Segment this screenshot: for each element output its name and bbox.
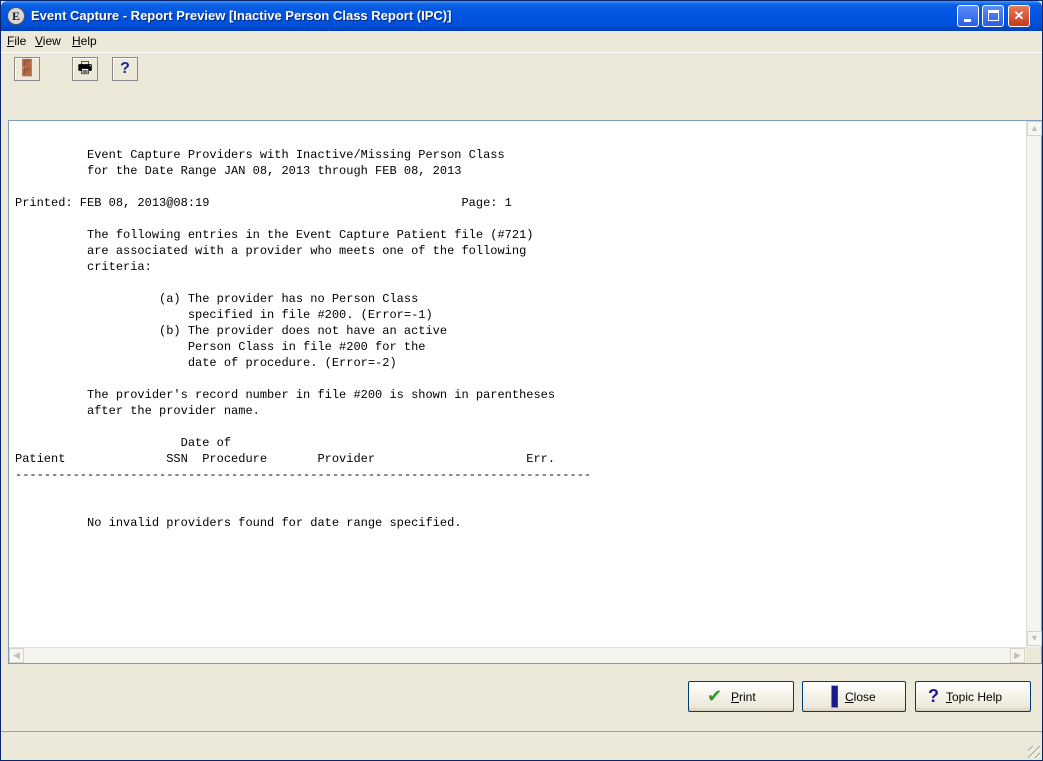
report-line: Patient SSN Procedure Provider Err. — [15, 452, 556, 466]
app-icon[interactable]: E — [7, 7, 25, 25]
report-line: for the Date Range JAN 08, 2013 through … — [15, 164, 462, 178]
close-icon: ✕ — [1013, 8, 1025, 23]
print-accel: P — [731, 690, 740, 704]
report-line — [15, 499, 1011, 515]
title-bar[interactable]: E Event Capture - Report Preview [Inacti… — [1, 1, 1042, 31]
minimize-icon — [964, 19, 971, 22]
exit-toolbar-button[interactable]: 🚪 — [14, 57, 40, 81]
menu-view[interactable]: View — [35, 34, 61, 48]
close-button-label: Close — [845, 690, 876, 704]
button-bar: ✔ Print ▐ Close ? Topic Help — [1, 666, 1042, 726]
vertical-scrollbar[interactable]: ▲ ▼ — [1026, 121, 1042, 647]
report-line: after the provider name. — [15, 404, 260, 418]
report-line: (b) The provider does not have an active — [15, 324, 448, 338]
report-line — [15, 483, 1011, 499]
scroll-up-arrow-icon[interactable]: ▲ — [1027, 121, 1042, 136]
report-line: date of procedure. (Error=-2) — [15, 356, 397, 370]
close-accel: C — [845, 690, 854, 704]
report-preview-area[interactable]: Event Capture Providers with Inactive/Mi… — [8, 120, 1042, 664]
report-line: (a) The provider has no Person Class — [15, 292, 419, 306]
resize-grip-icon[interactable] — [1028, 746, 1040, 758]
report-line: The provider's record number in file #20… — [15, 388, 556, 402]
menu-bar: File View Help — [1, 31, 1042, 51]
report-line — [15, 179, 1011, 195]
close-button[interactable]: ▐ Close — [802, 681, 906, 712]
exit-door-icon: 🚪 — [17, 60, 37, 77]
report-line: Date of — [15, 436, 232, 450]
report-line: Printed: FEB 08, 2013@08:19 Page: 1 — [15, 196, 512, 210]
report-line: specified in file #200. (Error=-1) — [15, 308, 433, 322]
report-line: are associated with a provider who meets… — [15, 244, 527, 258]
print-button[interactable]: ✔ Print — [688, 681, 794, 712]
scrollbar-corner — [1026, 647, 1041, 663]
menu-view-accel: V — [35, 34, 43, 48]
report-line: Event Capture Providers with Inactive/Mi… — [15, 148, 505, 162]
print-toolbar-button[interactable]: 🖶 — [72, 57, 98, 81]
report-line: No invalid providers found for date rang… — [15, 516, 462, 530]
scroll-left-arrow-icon[interactable]: ◀ — [9, 648, 24, 663]
checkmark-icon: ✔ — [707, 686, 723, 706]
help-toolbar-button[interactable]: ? — [112, 57, 138, 81]
report-text: Event Capture Providers with Inactive/Mi… — [15, 147, 1011, 647]
topic-help-button-label: Topic Help — [946, 690, 1002, 704]
menu-help-label: elp — [80, 34, 97, 48]
print-button-label: Print — [731, 690, 756, 704]
topic-help-button[interactable]: ? Topic Help — [915, 681, 1031, 712]
help-question-icon: ? — [928, 686, 939, 706]
status-bar — [1, 731, 1042, 760]
topic-help-label-rest: opic Help — [952, 690, 1003, 704]
door-exit-icon: ▐ — [825, 686, 838, 706]
menu-help[interactable]: Help — [72, 34, 97, 48]
close-window-button[interactable]: ✕ — [1008, 5, 1030, 27]
report-line — [15, 211, 1011, 227]
report-line — [15, 275, 1011, 291]
toolbar: 🚪 🖶 ? — [1, 52, 1042, 86]
close-label-rest: lose — [853, 690, 876, 704]
maximize-button[interactable] — [982, 5, 1004, 27]
report-line — [15, 371, 1011, 387]
help-question-icon: ? — [120, 60, 130, 77]
scroll-down-arrow-icon[interactable]: ▼ — [1027, 631, 1042, 646]
horizontal-scrollbar[interactable]: ◀ ▶ — [9, 647, 1026, 663]
report-preview-window: E Event Capture - Report Preview [Inacti… — [0, 0, 1043, 761]
window-title: Event Capture - Report Preview [Inactive… — [31, 8, 452, 23]
minimize-button[interactable] — [957, 5, 979, 27]
scroll-right-arrow-icon[interactable]: ▶ — [1010, 648, 1025, 663]
report-line: The following entries in the Event Captu… — [15, 228, 534, 242]
printer-icon: 🖶 — [77, 60, 93, 77]
report-line: ----------------------------------------… — [15, 468, 592, 482]
menu-help-accel: H — [72, 34, 81, 48]
report-line: criteria: — [15, 260, 152, 274]
menu-file[interactable]: File — [7, 34, 26, 48]
maximize-icon — [988, 10, 999, 21]
report-line — [15, 419, 1011, 435]
menu-file-label: ile — [14, 34, 27, 48]
print-label-rest: rint — [739, 690, 756, 704]
report-line: Person Class in file #200 for the — [15, 340, 426, 354]
menu-view-label: iew — [42, 34, 61, 48]
